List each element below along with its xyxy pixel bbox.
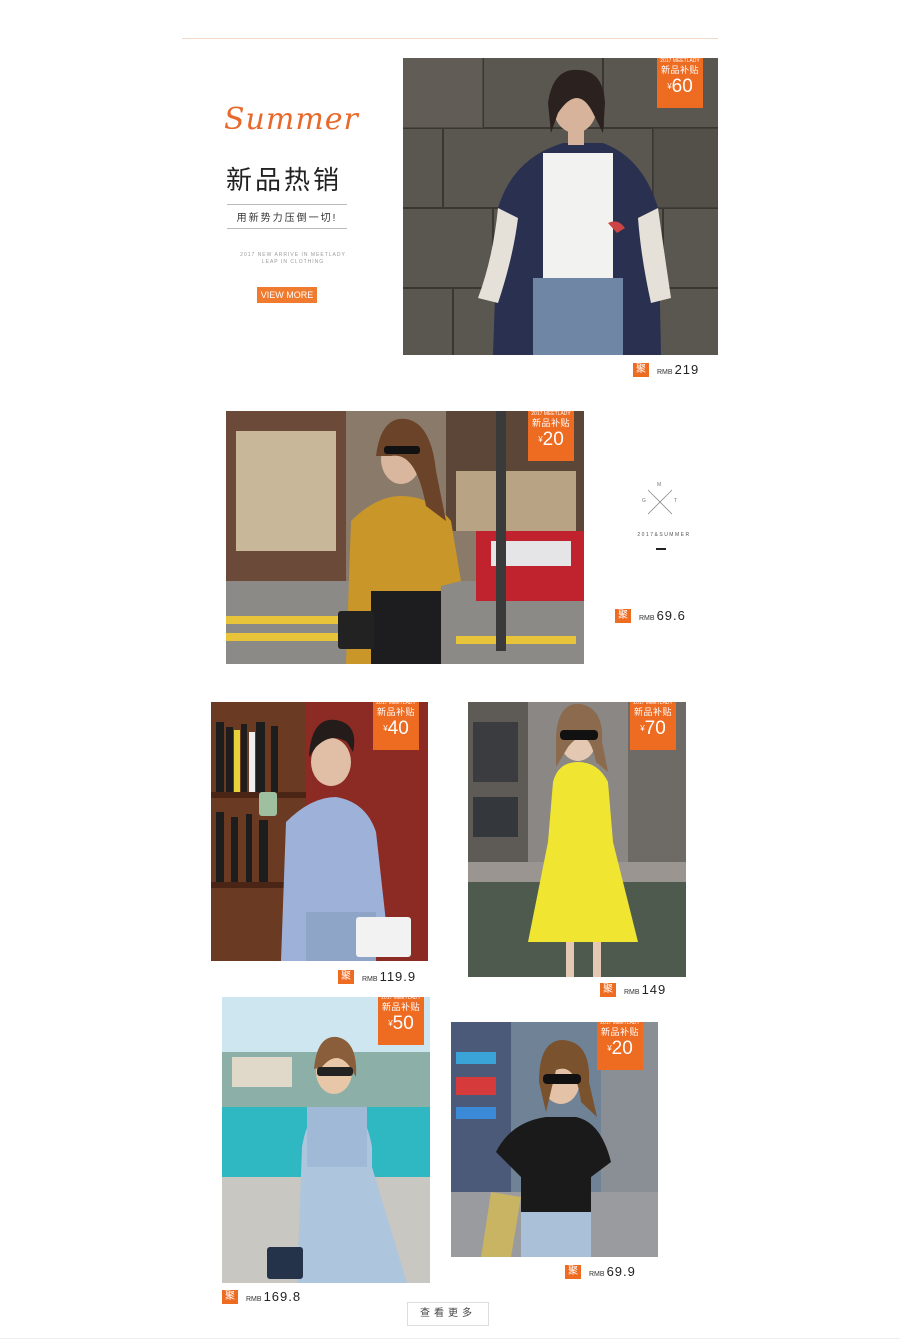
tag-price: ¥60 <box>657 76 703 98</box>
price-value: 219 <box>674 362 700 377</box>
tag-price-value: 70 <box>644 718 666 739</box>
currency-label: RMB <box>589 1271 605 1278</box>
tag-price: ¥50 <box>378 1013 424 1035</box>
product-image-1[interactable]: 2017 MEETLADY 新品补贴 ¥60 <box>403 58 718 355</box>
tag-price: ¥40 <box>373 718 419 740</box>
tag-price-value: 20 <box>611 1038 633 1059</box>
currency-label: RMB <box>362 976 378 983</box>
tag-label: 新品补贴 <box>660 65 699 75</box>
decorative-cross-logo: M G T <box>640 482 680 522</box>
tag-price-value: 50 <box>392 1013 414 1034</box>
price-value: 149 <box>641 982 667 997</box>
price-row-6: 聚 RMB 69.9 <box>565 1264 636 1279</box>
currency-label: RMB <box>657 369 673 376</box>
product-image-2[interactable]: 2017 MEETLADY 新品补贴 ¥20 <box>226 411 584 664</box>
tag-label: 新品补贴 <box>381 1002 420 1012</box>
price-row-1: 聚 RMB 219 <box>633 362 699 377</box>
tag-price: ¥20 <box>528 429 574 451</box>
currency-label: RMB <box>639 615 655 622</box>
subsidy-tag-4: 2017 MEETLADY 新品补贴 ¥70 <box>630 702 676 750</box>
tag-brand-line: 2017 MEETLADY <box>531 411 571 417</box>
deco-letter-left: G <box>642 498 646 504</box>
price-row-3: 聚 RMB 119.9 <box>338 969 416 984</box>
deco-season-text: 2017&SUMMER <box>637 532 691 538</box>
hero-title: 新品热销 <box>226 165 343 195</box>
hero-subtext: 2017 NEW ARRIVE IN MEETLADY LEAP IN CLOT… <box>240 252 346 265</box>
price-value: 169.8 <box>263 1289 302 1304</box>
tag-price-value: 40 <box>387 718 409 739</box>
view-more-products-button[interactable]: 查看更多 <box>407 1302 489 1326</box>
subsidy-tag-1: 2017 MEETLADY 新品补贴 ¥60 <box>657 58 703 108</box>
currency-label: RMB <box>624 989 640 996</box>
ju-badge: 聚 <box>615 608 631 623</box>
product-image-5[interactable]: 2017 MEETLADY 新品补贴 ¥50 <box>222 997 430 1283</box>
deco-bar <box>656 548 666 550</box>
bottom-divider <box>0 1338 900 1339</box>
ju-badge: 聚 <box>633 362 649 377</box>
product-image-3[interactable]: 2017 MEETLADY 新品补贴 ¥40 <box>211 702 428 961</box>
tag-price: ¥70 <box>630 718 676 740</box>
subsidy-tag-5: 2017 MEETLADY 新品补贴 ¥50 <box>378 997 424 1045</box>
price-row-4: 聚 RMB 149 <box>600 982 666 997</box>
price-row-5: 聚 RMB 169.8 <box>222 1289 301 1304</box>
price-row-2: 聚 RMB 69.6 <box>615 608 686 623</box>
subsidy-tag-6: 2017 MEETLADY 新品补贴 ¥20 <box>597 1022 643 1070</box>
product-image-4[interactable]: 2017 MEETLADY 新品补贴 ¥70 <box>468 702 686 977</box>
deco-letter-right: T <box>674 498 678 504</box>
tag-label: 新品补贴 <box>633 707 672 717</box>
summer-script-title: Summer <box>224 102 359 137</box>
ju-badge: 聚 <box>338 969 354 984</box>
tag-label: 新品补贴 <box>531 418 570 428</box>
price-value: 69.6 <box>656 608 686 623</box>
deco-letter-top: M <box>657 482 662 488</box>
subsidy-tag-3: 2017 MEETLADY 新品补贴 ¥40 <box>373 702 419 750</box>
price-value: 69.9 <box>606 1264 636 1279</box>
ju-badge: 聚 <box>222 1289 238 1304</box>
tag-label: 新品补贴 <box>376 707 415 717</box>
tag-price-value: 60 <box>671 76 693 97</box>
top-divider <box>182 38 718 39</box>
tag-price: ¥20 <box>597 1038 643 1060</box>
price-value: 119.9 <box>379 969 417 984</box>
product-image-6[interactable]: 2017 MEETLADY 新品补贴 ¥20 <box>451 1022 658 1257</box>
view-more-button[interactable]: VIEW MORE <box>257 287 317 303</box>
subsidy-tag-2: 2017 MEETLADY 新品补贴 ¥20 <box>528 411 574 461</box>
ju-badge: 聚 <box>565 1264 581 1279</box>
tag-label: 新品补贴 <box>600 1027 639 1037</box>
tag-price-value: 20 <box>542 429 564 450</box>
tag-brand-line: 2017 MEETLADY <box>660 58 700 64</box>
ju-badge: 聚 <box>600 982 616 997</box>
hero-slogan: 用新势力压倒一切! <box>227 204 347 229</box>
currency-label: RMB <box>246 1296 262 1303</box>
